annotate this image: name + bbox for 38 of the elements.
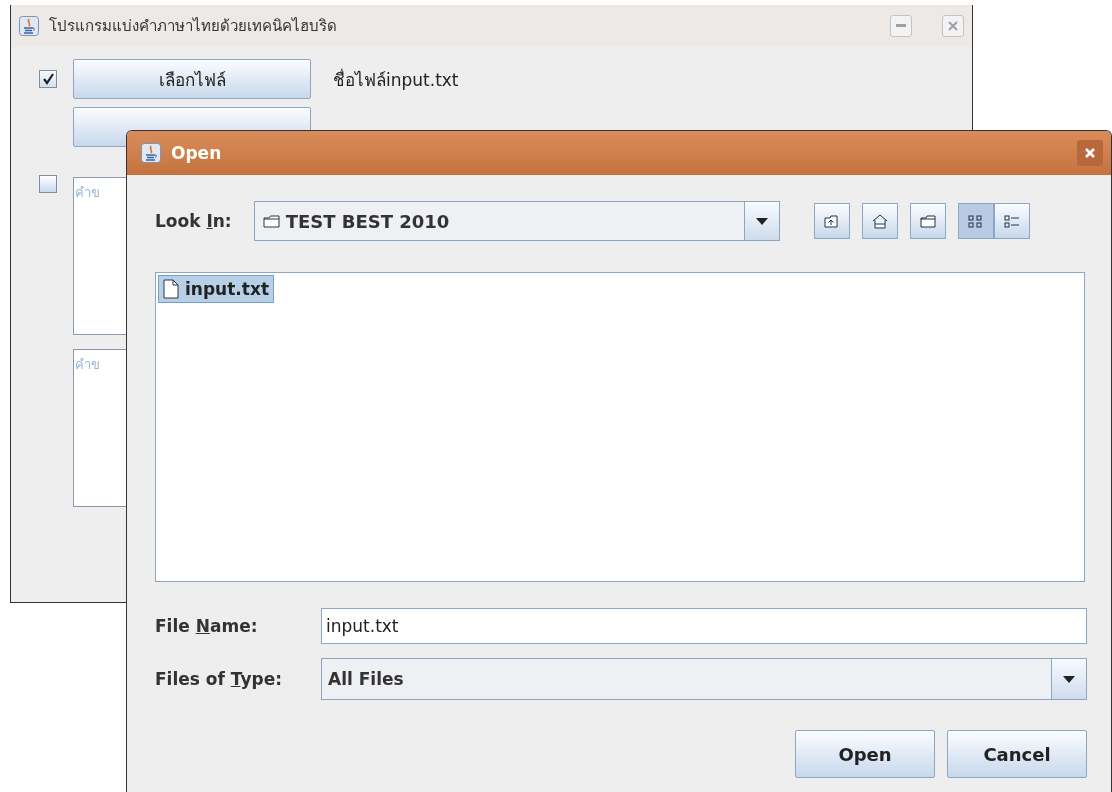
home-icon: [870, 212, 889, 230]
app-icon: [19, 16, 39, 36]
up-folder-button[interactable]: [813, 203, 850, 239]
dropdown-arrow-icon: [1063, 675, 1075, 683]
document-icon: [163, 279, 179, 299]
dropdown-arrow-icon: [755, 217, 768, 225]
list-view-icon: [966, 212, 985, 230]
file-name-field[interactable]: input.txt: [321, 608, 1087, 644]
close-button[interactable]: [1077, 140, 1103, 166]
choose-file-button[interactable]: เลือกไฟล์: [73, 59, 311, 99]
folder-icon: [262, 214, 280, 228]
details-view-icon: [1002, 212, 1021, 230]
close-icon: [948, 21, 958, 31]
window-title: โปรแกรมแบ่งคำภาษาไทยด้วยเทคนิคไฮบริด: [49, 16, 337, 37]
cancel-button[interactable]: Cancel: [947, 730, 1087, 778]
folder-icon: [918, 212, 937, 230]
checkbox[interactable]: [39, 70, 57, 88]
open-button[interactable]: Open: [795, 730, 935, 778]
close-icon: [1084, 147, 1096, 159]
dialog-title: Open: [171, 143, 222, 163]
file-name-label: File Name:: [155, 616, 259, 636]
app-icon: [141, 143, 161, 163]
file-item[interactable]: input.txt: [158, 275, 274, 303]
details-view-button[interactable]: [993, 203, 1030, 239]
minimize-icon: [896, 24, 906, 28]
look-in-label: Look In:: [155, 211, 232, 231]
file-type-dropdown[interactable]: All Files: [321, 658, 1087, 700]
up-folder-icon: [822, 212, 841, 230]
home-button[interactable]: [861, 203, 898, 239]
folder-button[interactable]: [909, 203, 946, 239]
list-view-button[interactable]: [957, 203, 994, 239]
file-name-label: ชื่อไฟล์input.txt: [333, 67, 459, 92]
file-type-label: Files of Type:: [155, 669, 283, 689]
look-in-dropdown[interactable]: TEST BEST 2010: [253, 201, 780, 241]
minimize-button[interactable]: [890, 15, 912, 37]
checkbox[interactable]: [39, 175, 57, 193]
file-list[interactable]: input.txt: [155, 272, 1085, 582]
close-button[interactable]: [942, 15, 964, 37]
